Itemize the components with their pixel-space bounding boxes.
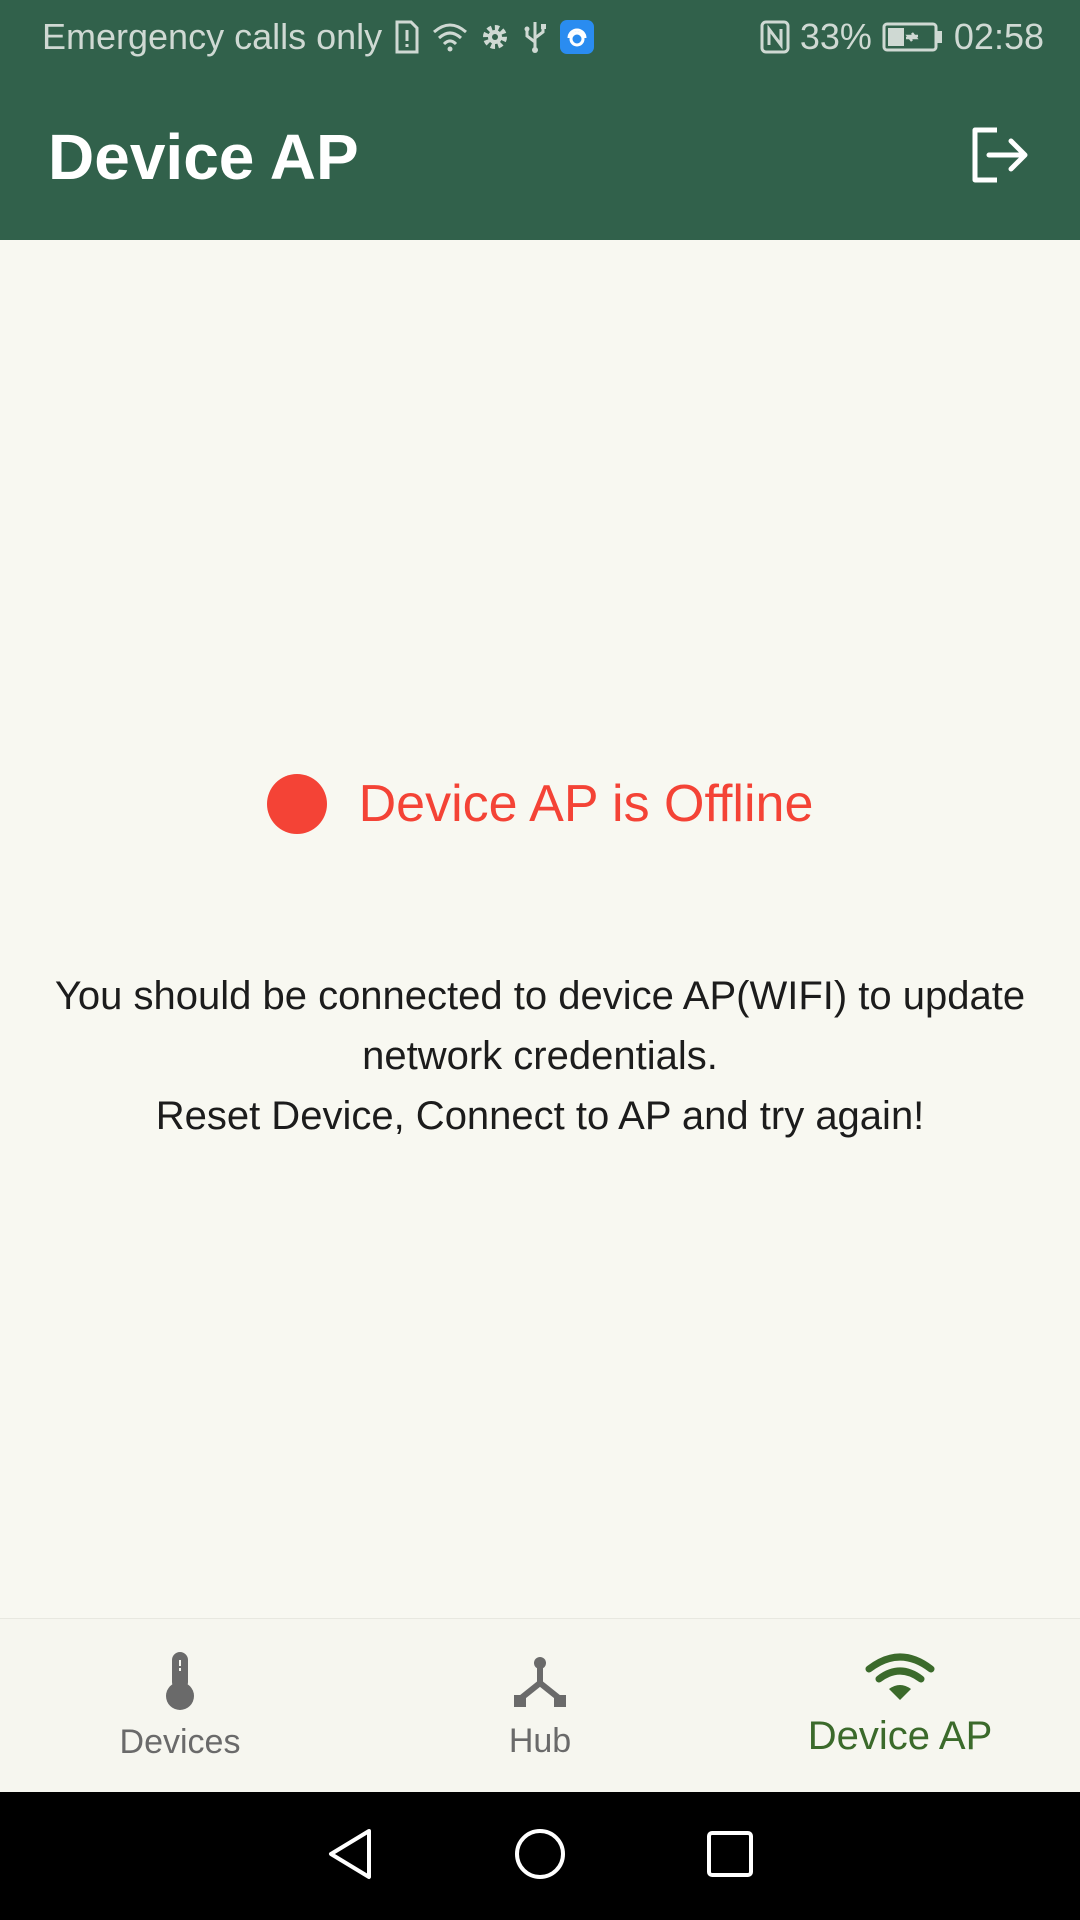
logout-icon xyxy=(969,126,1031,189)
nav-label-devices: Devices xyxy=(119,1723,241,1761)
back-triangle-icon xyxy=(325,1827,375,1886)
clock-time: 02:58 xyxy=(953,16,1044,57)
battery-charging-icon xyxy=(882,22,944,52)
back-button[interactable] xyxy=(320,1826,380,1886)
message-line-1: You should be connected to device AP(WIF… xyxy=(54,974,1026,1018)
page-title: Device AP xyxy=(48,121,359,193)
nav-label-device-ap: Device AP xyxy=(807,1714,993,1758)
nav-item-devices[interactable]: Devices xyxy=(0,1619,360,1793)
sim-alert-icon xyxy=(394,20,420,54)
home-button[interactable] xyxy=(510,1826,570,1886)
status-label: Device AP is Offline xyxy=(358,775,814,833)
message-line-2: network credentials. xyxy=(362,1034,718,1078)
support-app-icon xyxy=(560,20,595,54)
nav-item-hub[interactable]: Hub xyxy=(360,1619,720,1793)
bottom-navigation: Devices Hub Device AP xyxy=(0,1618,1080,1793)
offline-status-dot xyxy=(266,774,327,834)
thermometer-icon xyxy=(160,1650,200,1717)
nav-label-hub: Hub xyxy=(508,1722,572,1760)
system-navigation-bar xyxy=(0,1792,1080,1920)
wifi-icon xyxy=(865,1653,935,1708)
status-right: 33% 02:58 xyxy=(760,16,1044,58)
nav-item-device-ap[interactable]: Device AP xyxy=(720,1619,1080,1793)
nfc-icon xyxy=(760,20,790,54)
home-circle-icon xyxy=(513,1827,567,1886)
status-left: Emergency calls only xyxy=(42,16,595,58)
usb-icon xyxy=(522,20,548,54)
hub-icon xyxy=(510,1651,570,1716)
battery-percent: 33% xyxy=(799,16,872,57)
message-line-3: Reset Device, Connect to AP and try agai… xyxy=(155,1094,925,1138)
app-bar: Device AP xyxy=(0,74,1080,240)
instruction-message: You should be connected to device AP(WIF… xyxy=(0,966,1080,1146)
status-bar: Emergency calls only 33% 02:58 xyxy=(0,0,1080,74)
settings-gear-icon xyxy=(480,22,510,52)
wifi-status-icon xyxy=(432,22,468,52)
recents-square-icon xyxy=(705,1829,755,1884)
main-content: Device AP is Offline You should be conne… xyxy=(0,240,1080,1618)
connection-status: Device AP is Offline xyxy=(0,774,1080,834)
recents-button[interactable] xyxy=(700,1826,760,1886)
logout-button[interactable] xyxy=(960,117,1040,197)
carrier-text: Emergency calls only xyxy=(42,16,383,57)
